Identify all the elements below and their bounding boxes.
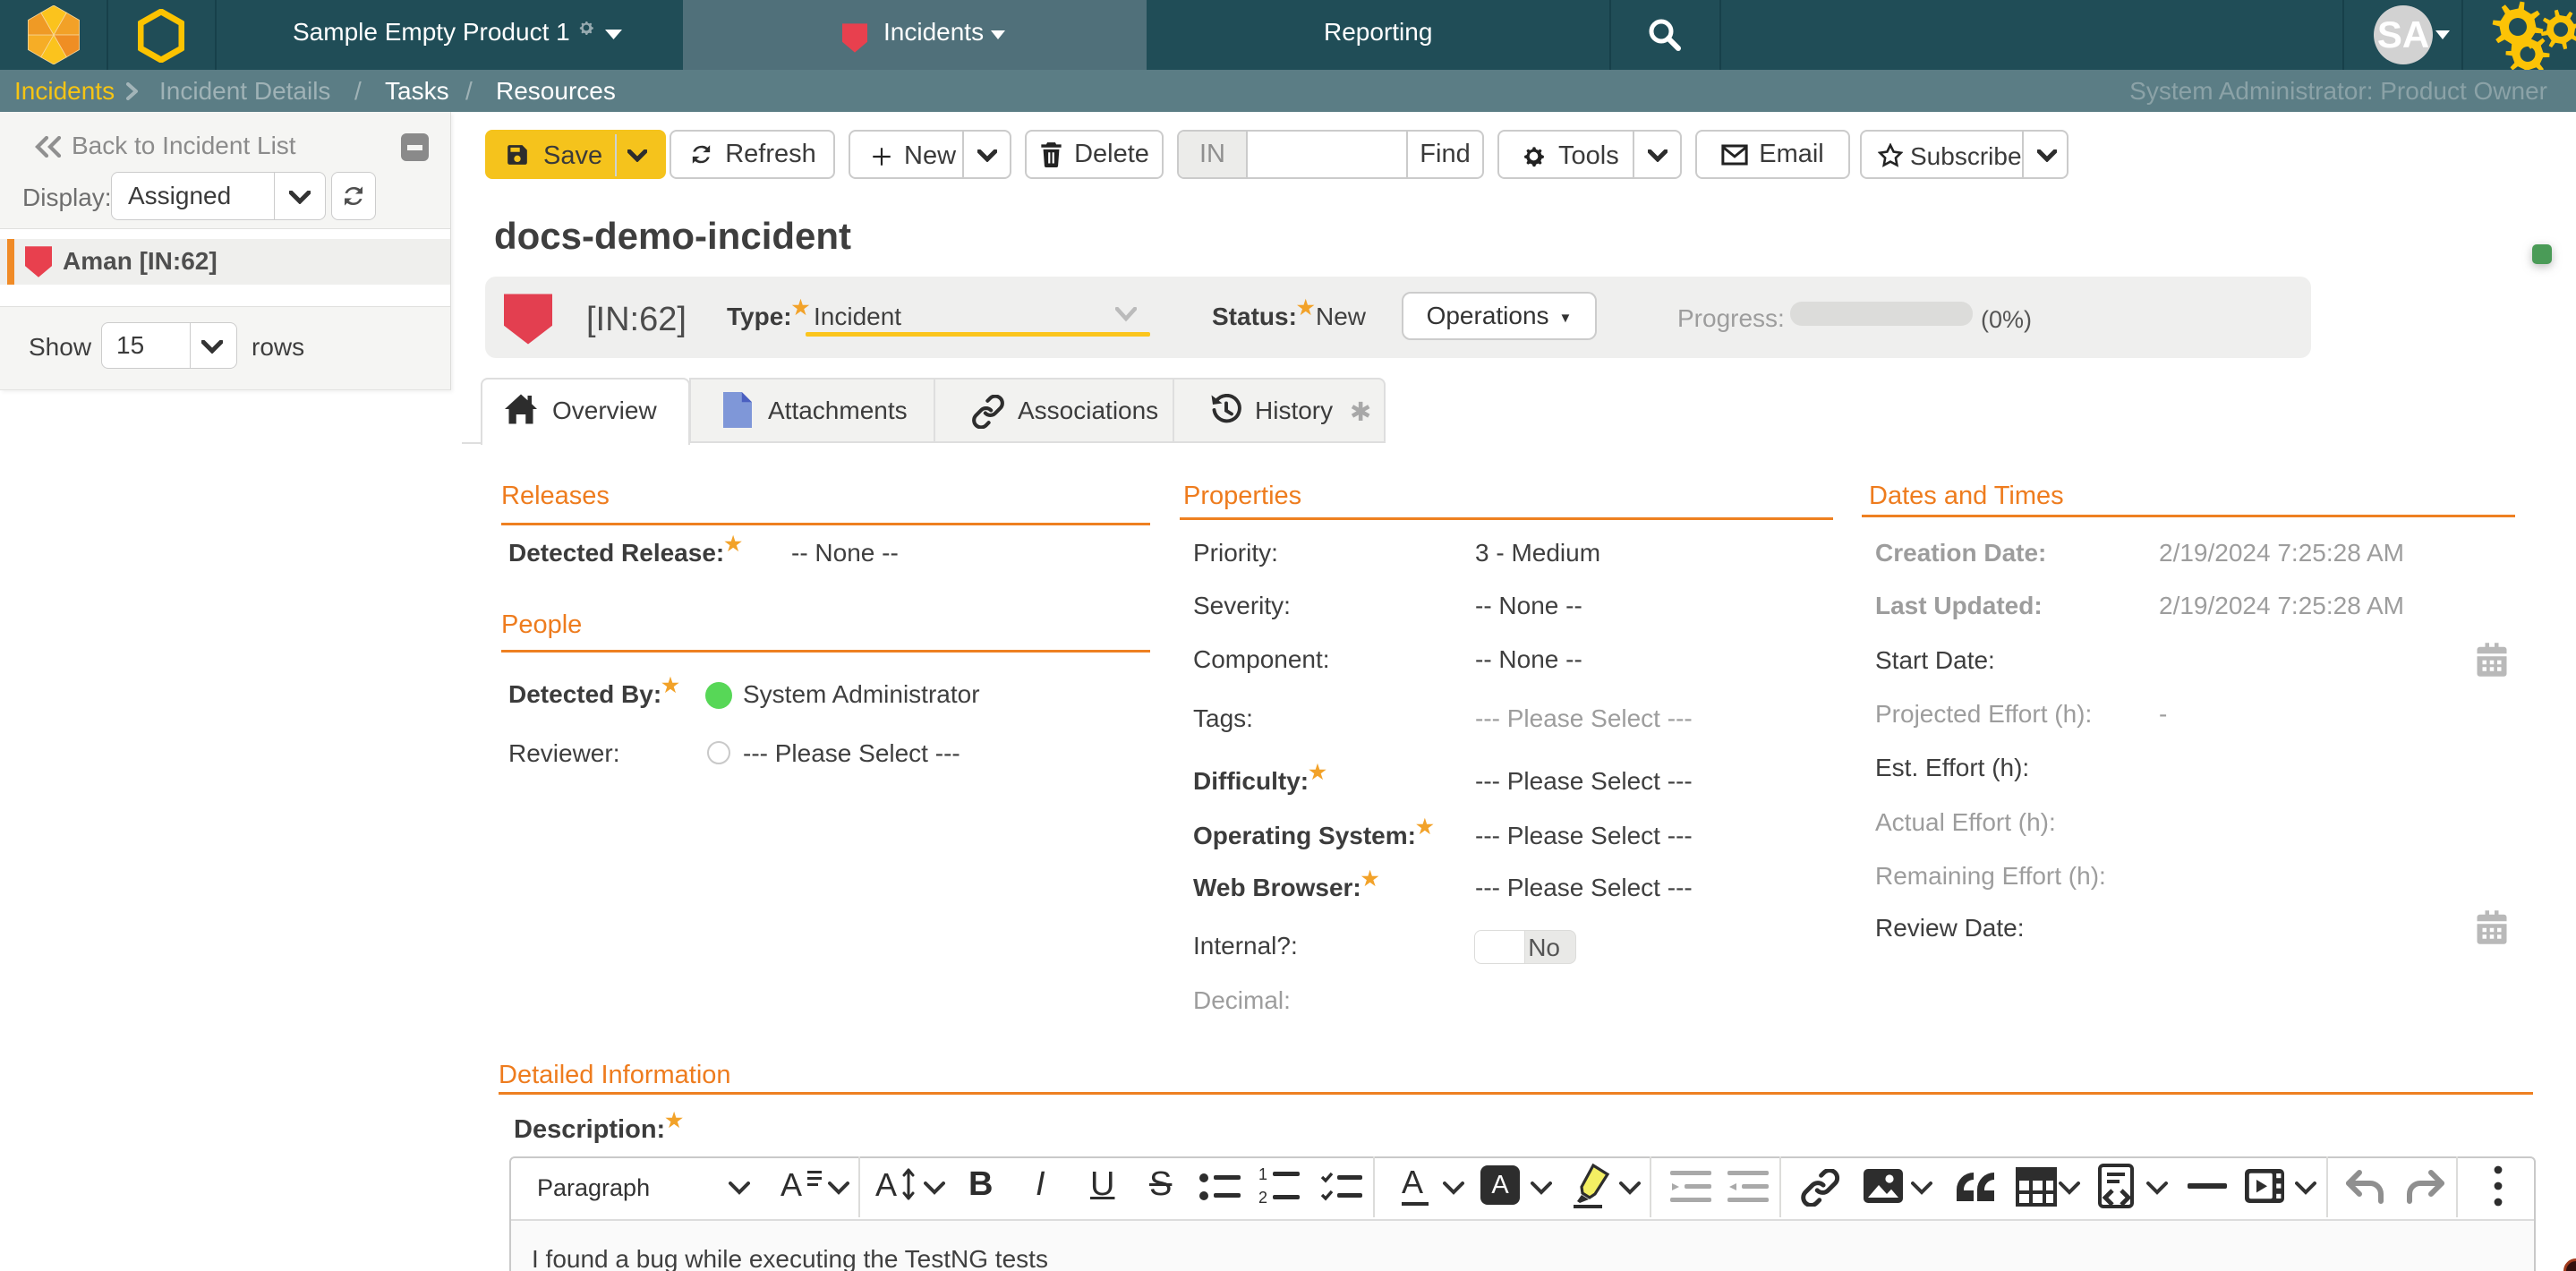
svg-text:1: 1 <box>1258 1167 1267 1183</box>
svg-text:2: 2 <box>1258 1189 1267 1207</box>
